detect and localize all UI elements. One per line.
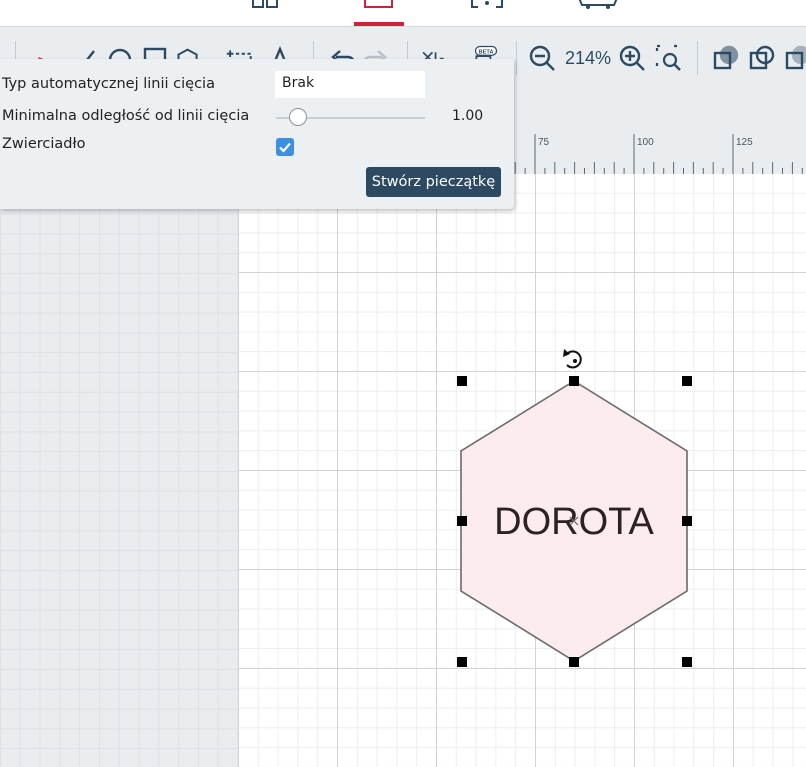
resize-handle-right[interactable] [682, 516, 692, 526]
cutline-type-field[interactable]: Brak [275, 71, 425, 98]
cutline-type-label: Typ automatycznej linii cięcia [2, 76, 215, 92]
min-distance-value: 1.00 [452, 108, 484, 124]
stamp-settings-popup: Typ automatycznej linii cięcia Brak Mini… [0, 59, 514, 209]
ruler-label: 75 [538, 137, 550, 148]
resize-handle-bottom-left[interactable] [457, 657, 467, 667]
beta-badge: BETA [478, 50, 493, 56]
zoom-in-icon[interactable] [618, 43, 646, 71]
min-distance-slider-thumb[interactable] [289, 108, 308, 126]
mirror-label: Zwierciadło [2, 136, 86, 152]
rotate-handle-icon[interactable] [563, 349, 582, 369]
cart-tab-icon[interactable] [576, 0, 622, 10]
stamp-selection[interactable]: DOROTA [440, 345, 708, 675]
toolbar-divider [516, 41, 517, 75]
intersect-icon[interactable] [748, 43, 776, 71]
subtract-icon[interactable] [784, 43, 806, 71]
zoom-level: 214% [565, 48, 612, 68]
zoom-out-icon[interactable] [528, 43, 556, 71]
combine-icon[interactable] [712, 43, 740, 71]
resize-handle-left[interactable] [457, 516, 467, 526]
top-tab-strip [0, 0, 806, 27]
resize-handle-top-right[interactable] [682, 376, 692, 386]
zoom-fit-icon[interactable] [654, 43, 682, 71]
create-stamp-button[interactable]: Stwórz pieczątkę [366, 167, 501, 197]
mirror-checkbox[interactable] [276, 138, 294, 156]
checkmark-icon [279, 142, 291, 153]
active-tab-indicator [354, 22, 404, 26]
layout-tab-icon[interactable] [250, 0, 290, 10]
preview-tab-icon[interactable] [468, 0, 512, 10]
toolbar-divider [697, 41, 698, 75]
resize-handle-top[interactable] [569, 376, 579, 386]
resize-handle-bottom-right[interactable] [682, 657, 692, 667]
canvas-margin [0, 174, 240, 767]
design-tab-icon[interactable] [362, 0, 398, 10]
min-distance-label: Minimalna odległość od linii cięcia [2, 108, 250, 124]
ruler-label: 100 [637, 137, 654, 148]
ruler-label: 125 [736, 137, 753, 148]
resize-handle-top-left[interactable] [457, 376, 467, 386]
resize-handle-bottom[interactable] [569, 657, 579, 667]
